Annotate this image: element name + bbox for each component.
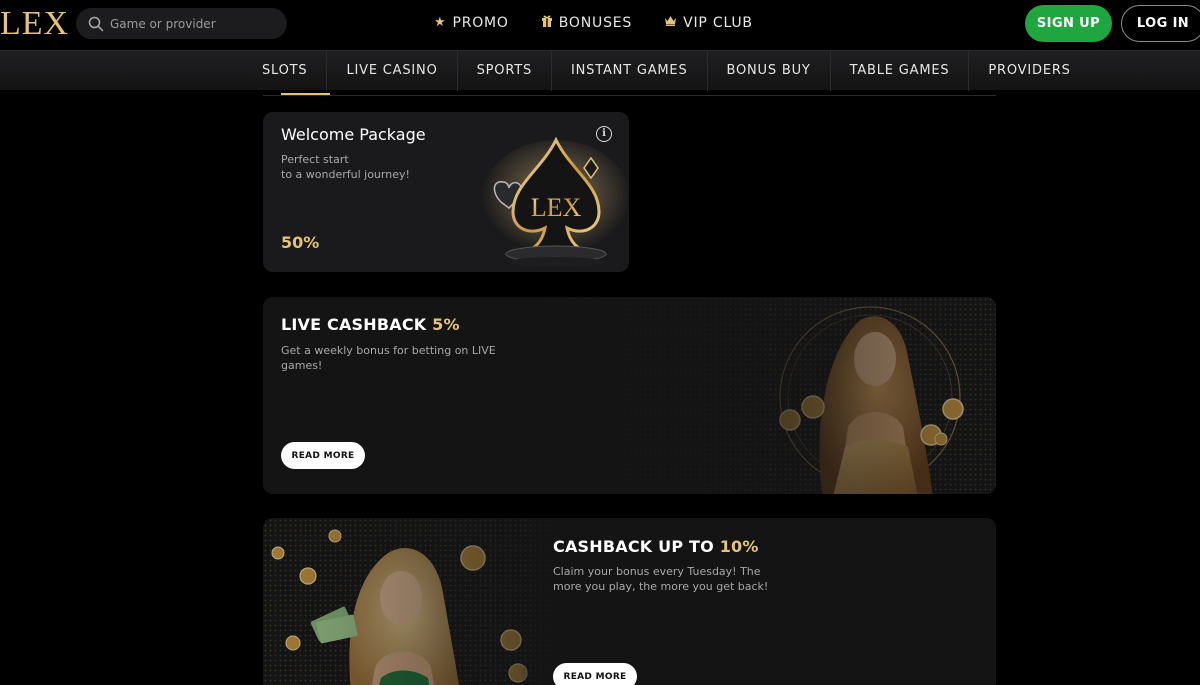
cashback-read-more-button[interactable]: READ MORE <box>553 663 637 685</box>
category-providers[interactable]: PROVIDERS <box>969 51 1089 91</box>
search-box[interactable] <box>76 8 287 39</box>
nav-bonuses-label: BONUSES <box>558 14 633 31</box>
welcome-description: Perfect start to a wonderful journey! <box>281 152 410 182</box>
crown-icon <box>664 15 677 30</box>
live-cashback-title-text: LIVE CASHBACK <box>281 315 427 334</box>
tab-divider <box>263 95 996 96</box>
category-sports[interactable]: SPORTS <box>458 51 553 91</box>
nav-promo-label: PROMO <box>452 14 509 31</box>
active-tab-indicator <box>281 93 330 95</box>
nav-bonuses[interactable]: BONUSES <box>541 14 632 31</box>
cashback-title: CASHBACK UP TO 10% <box>553 537 759 556</box>
live-cashback-banner[interactable]: LIVE CASHBACK 5% Get a weekly bonus for … <box>263 297 996 494</box>
top-nav: ★ PROMO BONUSES VIP CLUB <box>434 14 753 31</box>
live-cashback-description: Get a weekly bonus for betting on LIVE g… <box>281 344 496 372</box>
welcome-package-card[interactable]: Welcome Package Perfect start to a wonde… <box>263 112 629 272</box>
category-instant-games[interactable]: INSTANT GAMES <box>552 51 708 91</box>
live-cashback-percent: 5% <box>432 315 460 334</box>
cashback-description: Claim your bonus every Tuesday! The more… <box>553 565 769 593</box>
site-logo[interactable]: LEX <box>0 6 69 42</box>
category-bonus-buy[interactable]: BONUS BUY <box>708 51 831 91</box>
spade-logo-text: LEX <box>531 193 582 222</box>
welcome-title: Welcome Package <box>281 125 426 144</box>
category-slots[interactable]: SLOTS <box>243 51 328 91</box>
cashback-percent: 10% <box>719 537 759 556</box>
live-cashback-read-more-button[interactable]: READ MORE <box>281 442 365 469</box>
welcome-desc-line-1: Perfect start <box>281 153 349 166</box>
category-bar: SLOTS LIVE CASINO SPORTS INSTANT GAMES B… <box>0 50 1200 91</box>
star-icon: ★ <box>434 15 447 30</box>
live-cashback-title: LIVE CASHBACK 5% <box>281 315 460 334</box>
gift-icon <box>541 14 553 31</box>
sign-up-button[interactable]: SIGN UP <box>1025 5 1112 42</box>
nav-vip-club-label: VIP CLUB <box>683 14 753 31</box>
lex-spade-illustration: LEX <box>481 136 629 267</box>
welcome-percent: 50% <box>281 233 320 252</box>
category-live-casino[interactable]: LIVE CASINO <box>327 51 458 91</box>
nav-promo[interactable]: ★ PROMO <box>434 14 509 31</box>
log-in-button[interactable]: LOG IN <box>1121 5 1200 42</box>
cashback-banner[interactable]: CASHBACK UP TO 10% Claim your bonus ever… <box>263 518 996 685</box>
category-table-games[interactable]: TABLE GAMES <box>831 51 970 91</box>
welcome-desc-line-2: to a wonderful journey! <box>281 168 410 181</box>
cashback-title-text: CASHBACK UP TO <box>553 537 714 556</box>
top-header: LEX ★ PROMO BONUSES VIP CLUB SIGN UP LOG… <box>0 0 1200 50</box>
search-input[interactable] <box>110 16 280 31</box>
search-icon <box>88 16 104 31</box>
nav-vip-club[interactable]: VIP CLUB <box>664 14 753 31</box>
